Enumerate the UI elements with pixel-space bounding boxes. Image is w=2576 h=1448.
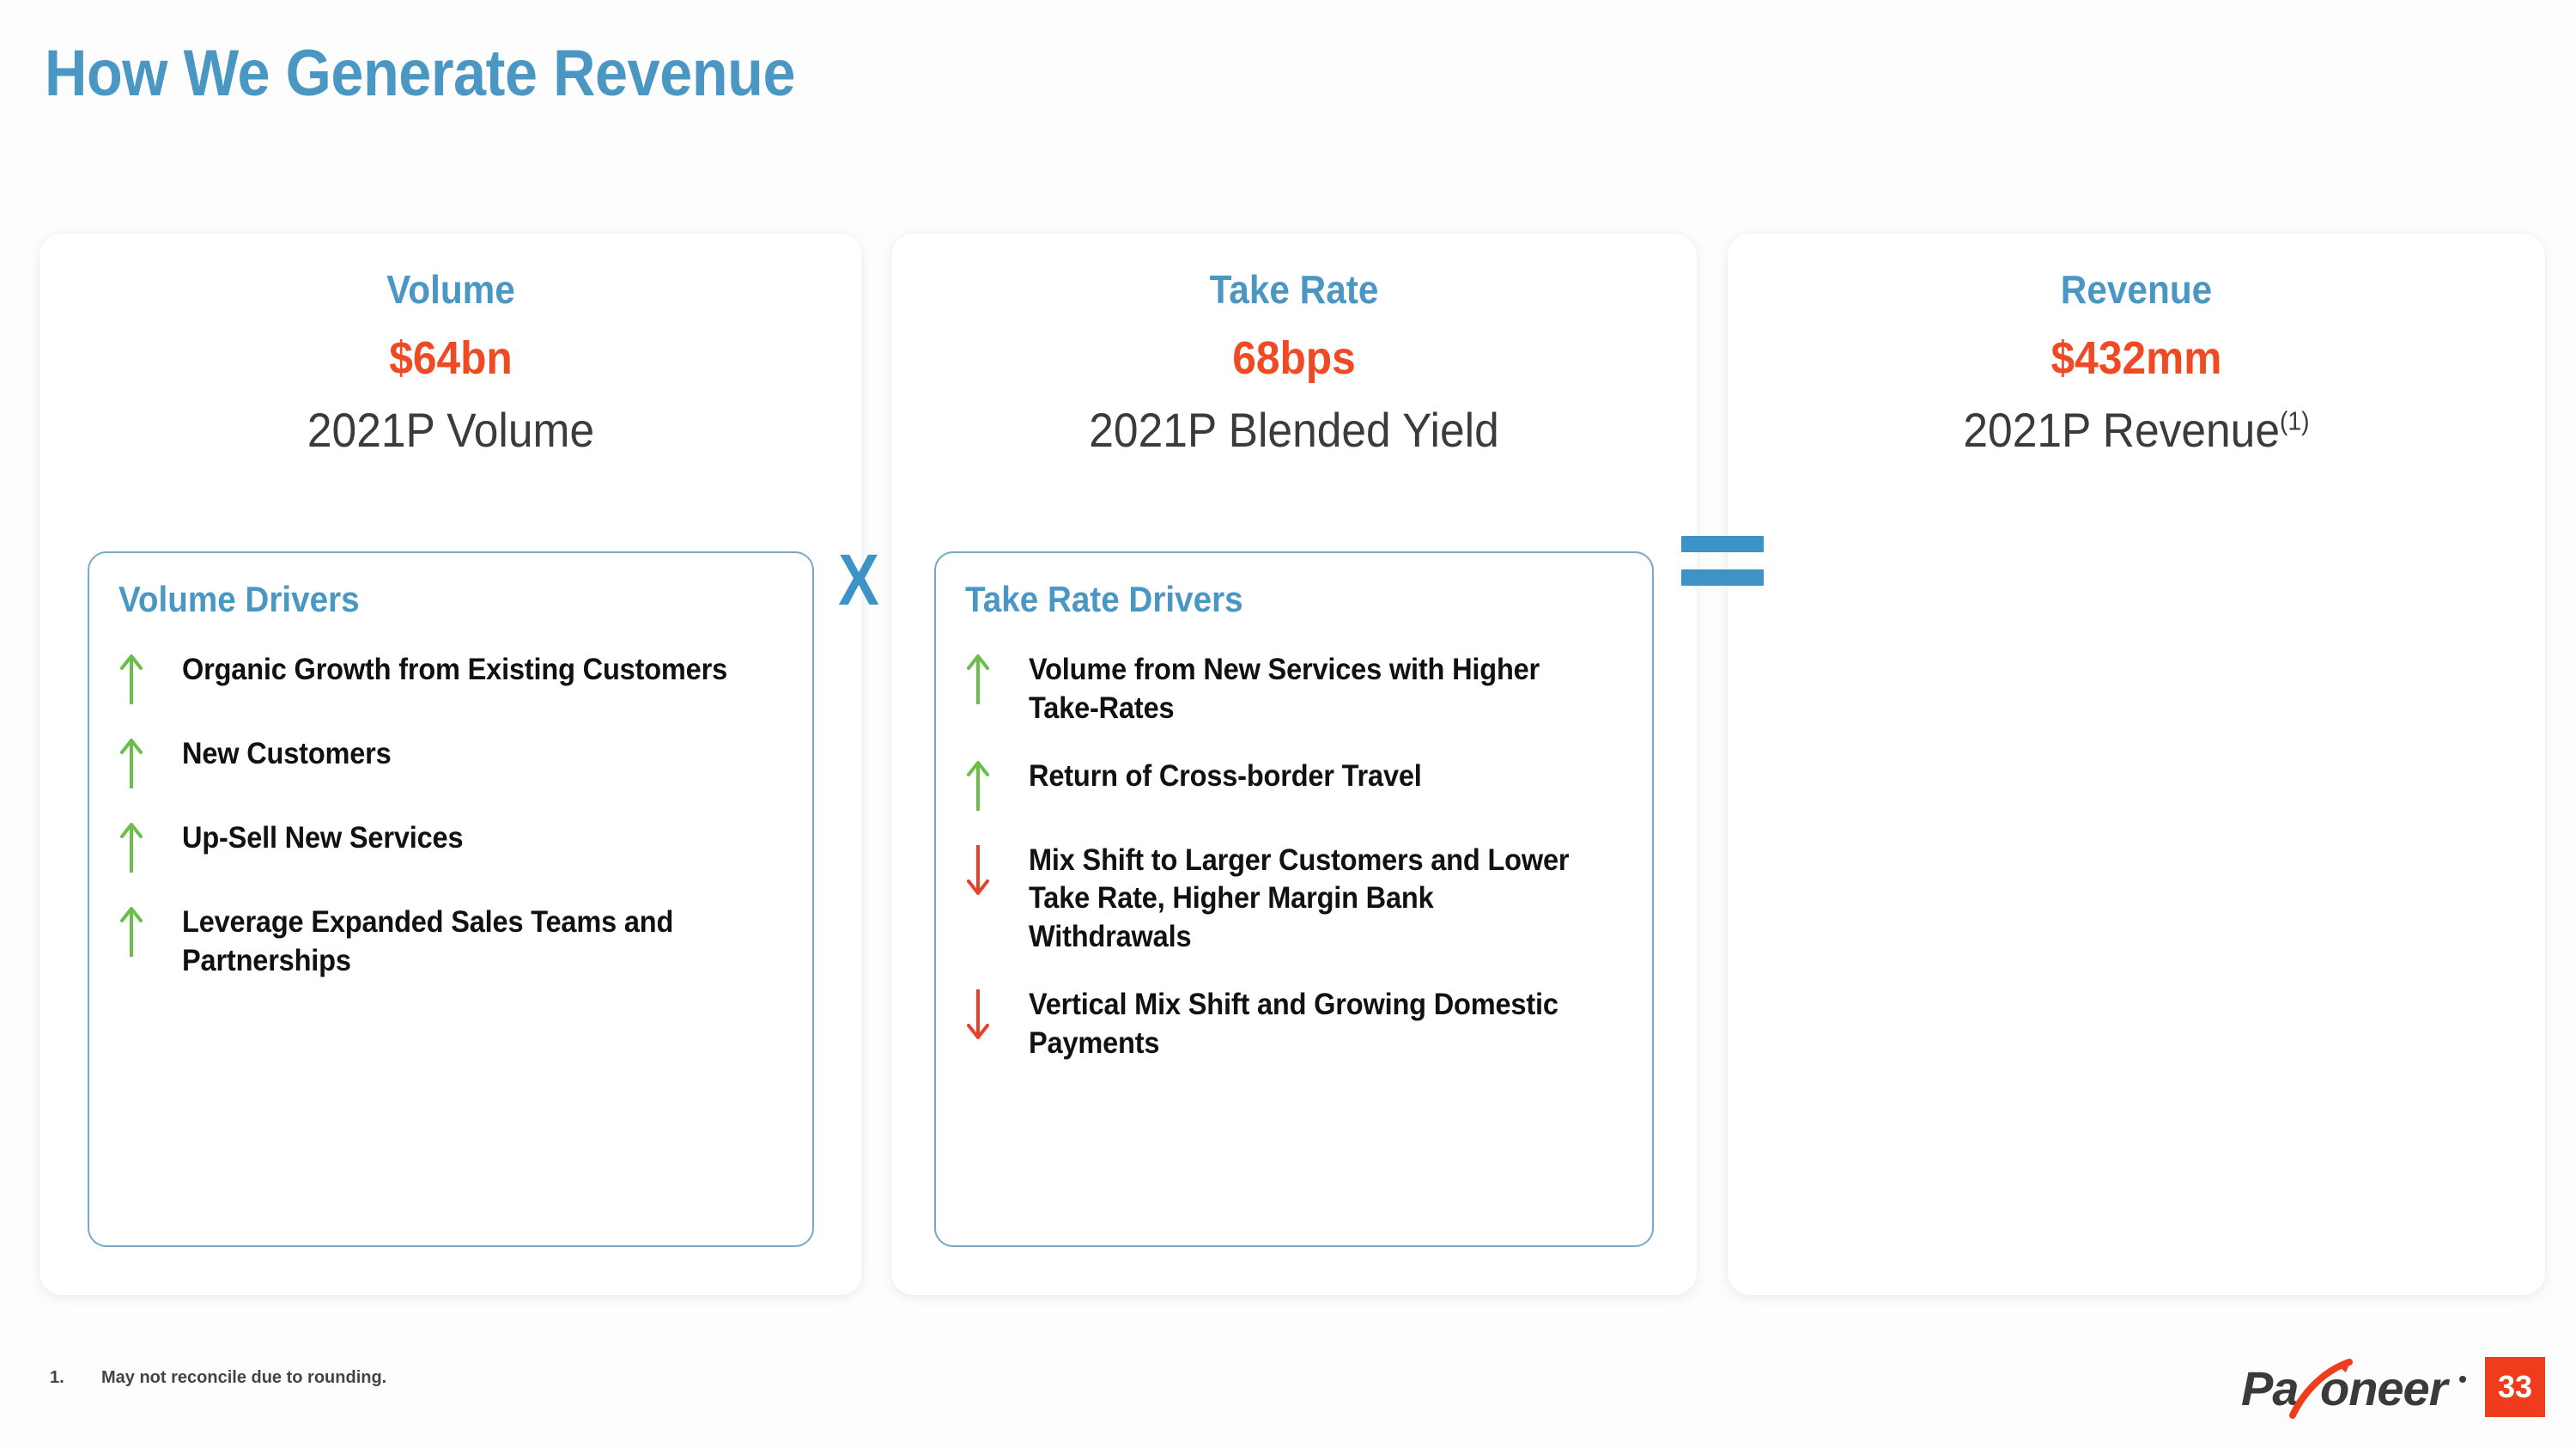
volume-drivers-title: Volume Drivers [118,579,360,619]
multiply-operator: X [838,539,879,620]
card-take-rate-kicker: Take Rate [1209,267,1379,312]
equals-operator [1681,536,1764,603]
card-volume-metric: $64bn [389,332,513,384]
arrow-up-icon [118,905,182,958]
svg-text:Pa: Pa [2241,1361,2299,1415]
page-title: How We Generate Revenue [45,37,796,110]
list-item: Organic Growth from Existing Customers [118,651,783,706]
arrow-up-icon [965,759,1029,812]
card-volume-header: Volume $64bn 2021P Volume [39,234,862,458]
card-take-rate-caption-text: 2021P Blended Yield [1089,403,1499,457]
card-take-rate-header: Take Rate 68bps 2021P Blended Yield [891,234,1697,458]
arrow-up-icon [965,653,1029,706]
footnote-number: 1. [50,1368,64,1387]
card-take-rate-metric: 68bps [1232,332,1356,384]
list-item: Leverage Expanded Sales Teams and Partne… [118,903,783,981]
brand-footer: Pa oneer 33 [2241,1355,2545,1419]
card-revenue-header: Revenue $432mm 2021P Revenue(1) [1728,234,2545,458]
page-number-badge: 33 [2485,1357,2545,1417]
card-revenue: Revenue $432mm 2021P Revenue(1) [1728,234,2545,1295]
list-item-label: New Customers [182,737,392,770]
list-item: New Customers [118,735,783,790]
take-rate-drivers-box: Take Rate Drivers Volume from New Servic… [934,551,1654,1247]
list-item-label: Leverage Expanded Sales Teams and Partne… [182,905,674,977]
list-item: Volume from New Services with Higher Tak… [965,651,1623,728]
card-revenue-kicker: Revenue [2060,267,2213,312]
card-revenue-caption: 2021P Revenue(1) [1760,402,2512,458]
list-item-label: Up-Sell New Services [182,821,464,855]
metric-card-row: Volume $64bn 2021P Volume Volume Drivers… [0,234,2576,1295]
arrow-down-icon [965,843,1029,897]
footnote-marker: (1) [2279,405,2310,436]
card-volume: Volume $64bn 2021P Volume Volume Drivers… [39,234,862,1295]
card-volume-kicker: Volume [386,267,515,312]
take-rate-drivers-title: Take Rate Drivers [965,579,1243,619]
arrow-up-icon [118,737,182,790]
equals-bar-bottom [1681,569,1764,586]
footnote: 1. May not reconcile due to rounding. [50,1368,386,1388]
footnote-text: May not reconcile due to rounding. [101,1368,387,1387]
list-item: Mix Shift to Larger Customers and Lower … [965,842,1623,957]
list-item-label: Vertical Mix Shift and Growing Domestic … [1029,987,1558,1060]
list-item-label: Mix Shift to Larger Customers and Lower … [1029,843,1570,954]
list-item-label: Organic Growth from Existing Customers [182,653,727,686]
payoneer-logo: Pa oneer [2241,1355,2471,1419]
arrow-up-icon [118,821,182,874]
volume-drivers-box: Volume Drivers Organic Growth from Exist… [88,551,814,1247]
card-revenue-metric: $432mm [2050,332,2222,384]
arrow-up-icon [118,653,182,706]
arrow-down-icon [965,988,1029,1041]
card-take-rate: Take Rate 68bps 2021P Blended Yield Take… [891,234,1697,1295]
list-item: Vertical Mix Shift and Growing Domestic … [965,986,1623,1063]
list-item-label: Return of Cross-border Travel [1029,758,1422,793]
list-item: Return of Cross-border Travel [965,757,1623,812]
card-revenue-caption-text: 2021P Revenue [1963,403,2280,457]
list-item: Up-Sell New Services [118,819,783,874]
card-volume-caption-text: 2021P Volume [307,403,595,457]
list-item-label: Volume from New Services with Higher Tak… [1029,653,1540,725]
card-take-rate-caption: 2021P Blended Yield [924,402,1665,458]
equals-bar-top [1681,536,1764,552]
card-volume-caption: 2021P Volume [72,402,829,458]
